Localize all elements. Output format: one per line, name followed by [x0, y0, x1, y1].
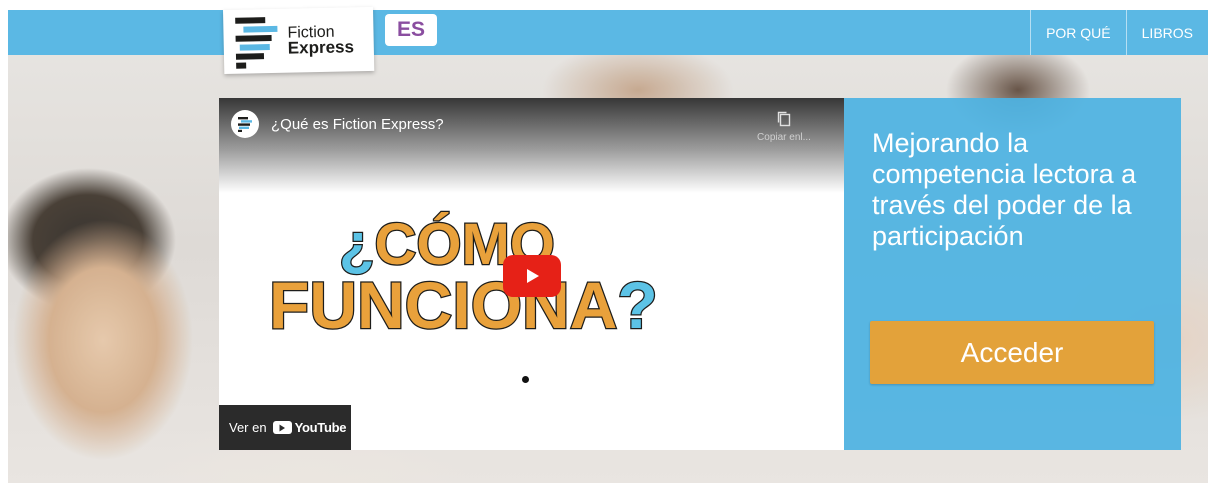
copy-link-label: Copiar enl...: [757, 132, 811, 143]
language-button[interactable]: ES: [385, 14, 437, 46]
loading-dot: [522, 376, 529, 383]
youtube-play-icon: [272, 421, 292, 434]
logo-bars-icon: [235, 17, 278, 70]
top-navbar: [8, 10, 1208, 55]
watch-on-youtube-button[interactable]: Ver en YouTube: [219, 405, 351, 450]
acceder-button[interactable]: Acceder: [870, 321, 1154, 384]
watch-on-label: Ver en: [229, 420, 267, 435]
logo-text-express: Express: [287, 37, 355, 58]
youtube-logo: YouTube: [272, 420, 347, 435]
youtube-wordmark: YouTube: [294, 420, 347, 435]
fiction-express-logo[interactable]: Fiction Express: [223, 6, 375, 74]
hero-tagline: Mejorando la competencia lectora a travé…: [872, 128, 1137, 251]
channel-logo-icon: [238, 117, 252, 132]
nav-link-libros[interactable]: LIBROS: [1125, 10, 1208, 55]
play-button[interactable]: [503, 255, 561, 297]
nav-links: POR QUÉ LIBROS: [1030, 10, 1208, 55]
copy-link-button[interactable]: Copiar enl...: [749, 110, 819, 143]
nav-link-por-que[interactable]: POR QUÉ: [1030, 10, 1126, 55]
hero-side-panel: Mejorando la competencia lectora a travé…: [844, 98, 1181, 450]
channel-avatar[interactable]: [231, 110, 259, 138]
thumbnail-heading-line2: FUNCIONA?: [269, 268, 658, 336]
youtube-video-embed[interactable]: ¿Qué es Fiction Express? Copiar enl... ¿…: [219, 98, 844, 450]
play-icon: [527, 269, 539, 283]
video-title[interactable]: ¿Qué es Fiction Express?: [271, 116, 444, 133]
copy-icon: [777, 111, 791, 127]
